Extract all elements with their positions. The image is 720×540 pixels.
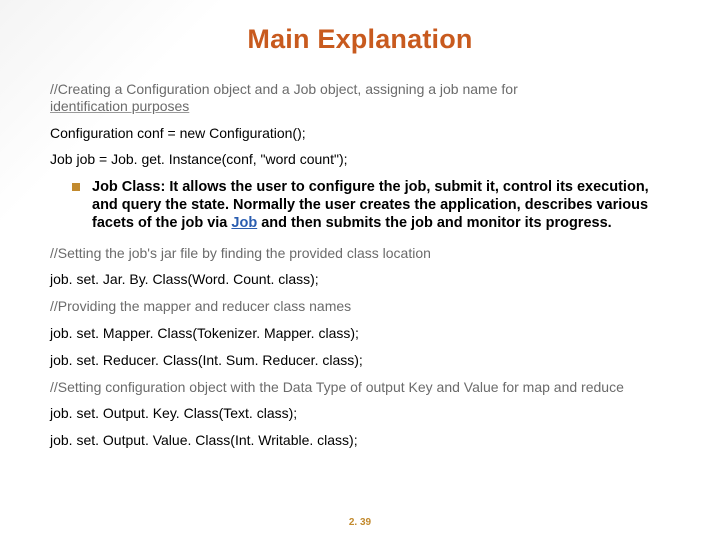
code-set-output-value-class: job. set. Output. Value. Class(Int. Writ… xyxy=(50,432,670,449)
slide-number: 2. 39 xyxy=(0,517,720,528)
bullet-job-class: Job Class: It allows the user to configu… xyxy=(72,178,670,232)
code-set-jar-by-class: job. set. Jar. By. Class(Word. Count. cl… xyxy=(50,271,670,288)
bullet-text-post: and then submits the job and monitor its… xyxy=(257,215,611,231)
slide-title: Main Explanation xyxy=(50,24,670,55)
code-set-mapper-class: job. set. Mapper. Class(Tokenizer. Mappe… xyxy=(50,325,670,342)
comment-set-jar: //Setting the job's jar file by finding … xyxy=(50,245,670,262)
slide: Main Explanation //Creating a Configurat… xyxy=(0,0,720,540)
comment-mapper-reducer: //Providing the mapper and reducer class… xyxy=(50,298,670,315)
comment-output-types: //Setting configuration object with the … xyxy=(50,379,670,396)
bullet-icon xyxy=(72,183,80,191)
comment-create-config: //Creating a Configuration object and a … xyxy=(50,81,670,115)
code-config-new: Configuration conf = new Configuration()… xyxy=(50,125,670,142)
job-link[interactable]: Job xyxy=(231,215,257,231)
slide-body: //Creating a Configuration object and a … xyxy=(50,81,670,449)
comment-line-1a: //Creating a Configuration object and a … xyxy=(50,81,518,97)
code-set-reducer-class: job. set. Reducer. Class(Int. Sum. Reduc… xyxy=(50,352,670,369)
comment-line-1b: identification purposes xyxy=(50,98,189,114)
bullet-text: Job Class: It allows the user to configu… xyxy=(92,178,670,232)
code-set-output-key-class: job. set. Output. Key. Class(Text. class… xyxy=(50,405,670,422)
code-job-get-instance: Job job = Job. get. Instance(conf, "word… xyxy=(50,151,670,168)
